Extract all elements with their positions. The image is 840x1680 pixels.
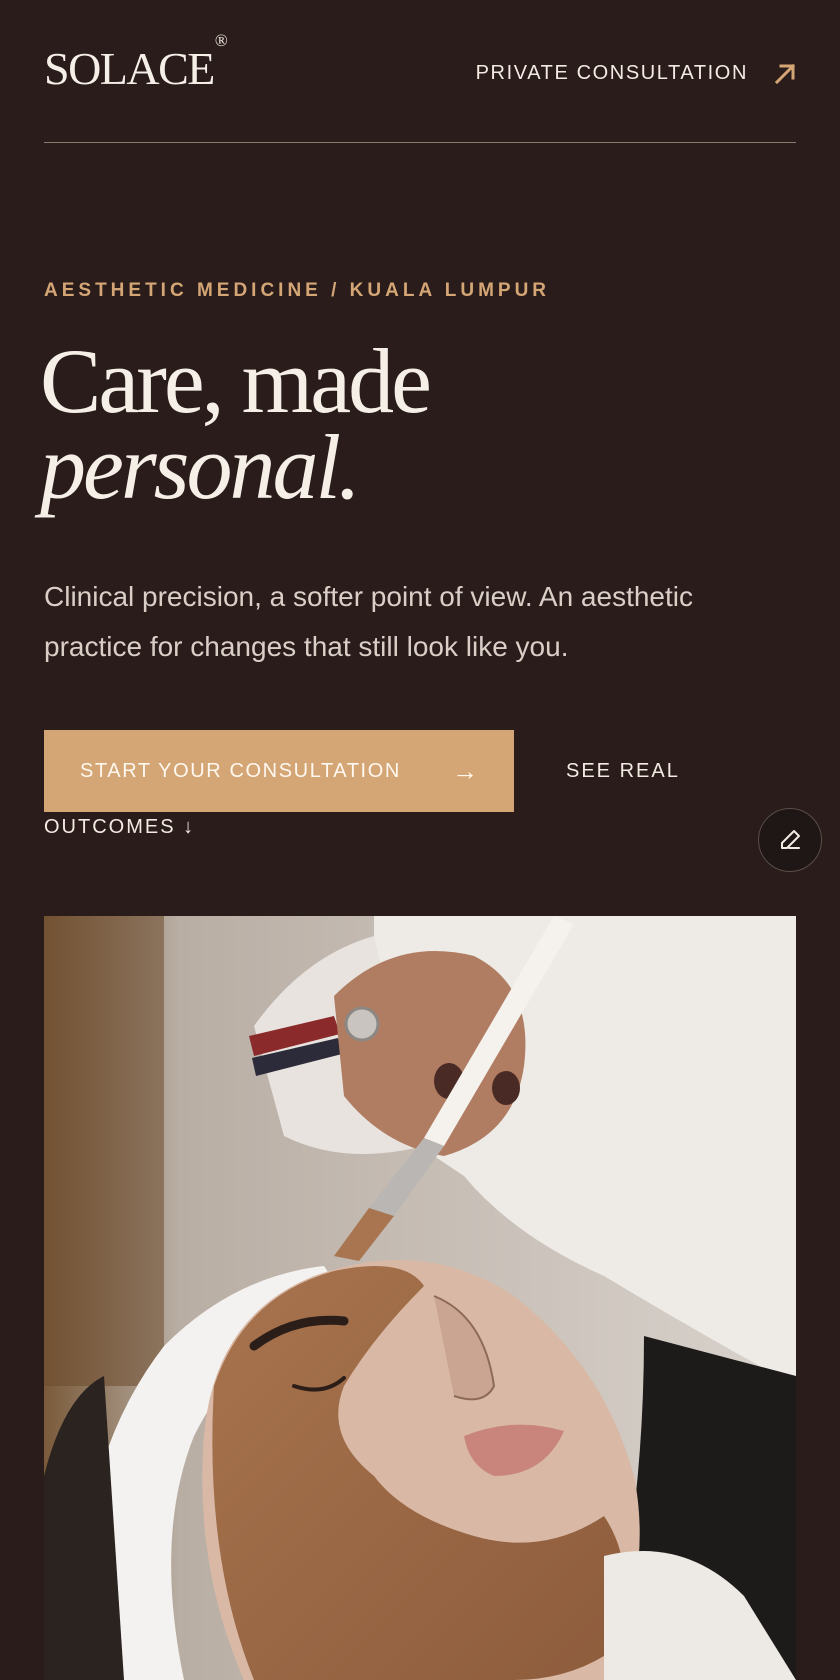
eyebrow-label: AESTHETIC MEDICINE / KUALA LUMPUR xyxy=(44,280,551,301)
private-consultation-label: PRIVATE CONSULTATION xyxy=(475,62,748,84)
see-real-outcomes-link[interactable]: SEE REAL xyxy=(566,760,680,783)
see-real-outcomes-link-continued[interactable]: OUTCOMES ↓ xyxy=(44,816,195,839)
private-consultation-link[interactable]: PRIVATE CONSULTATION xyxy=(476,62,796,85)
headline-line-2: personal. xyxy=(40,416,361,518)
facial-treatment-illustration xyxy=(44,916,796,1680)
start-consultation-button[interactable]: START YOUR CONSULTATION → xyxy=(44,730,514,812)
hero-photo-facial-treatment xyxy=(44,916,796,1680)
brand-logo[interactable]: SOLACE® xyxy=(44,32,228,94)
hero-headline: Care, made personal. xyxy=(40,335,432,518)
start-consultation-label: START YOUR CONSULTATION xyxy=(80,759,401,782)
hero-lede: Clinical precision, a softer point of vi… xyxy=(44,581,694,662)
site-header: SOLACE® PRIVATE CONSULTATION xyxy=(44,0,796,143)
arrow-up-right-icon xyxy=(774,63,796,84)
brand-logo-text: SOLACE xyxy=(44,43,215,94)
edit-button[interactable] xyxy=(758,808,822,872)
pencil-icon xyxy=(781,830,800,849)
arrow-right-icon: → xyxy=(452,756,478,786)
registered-mark: ® xyxy=(214,30,228,50)
